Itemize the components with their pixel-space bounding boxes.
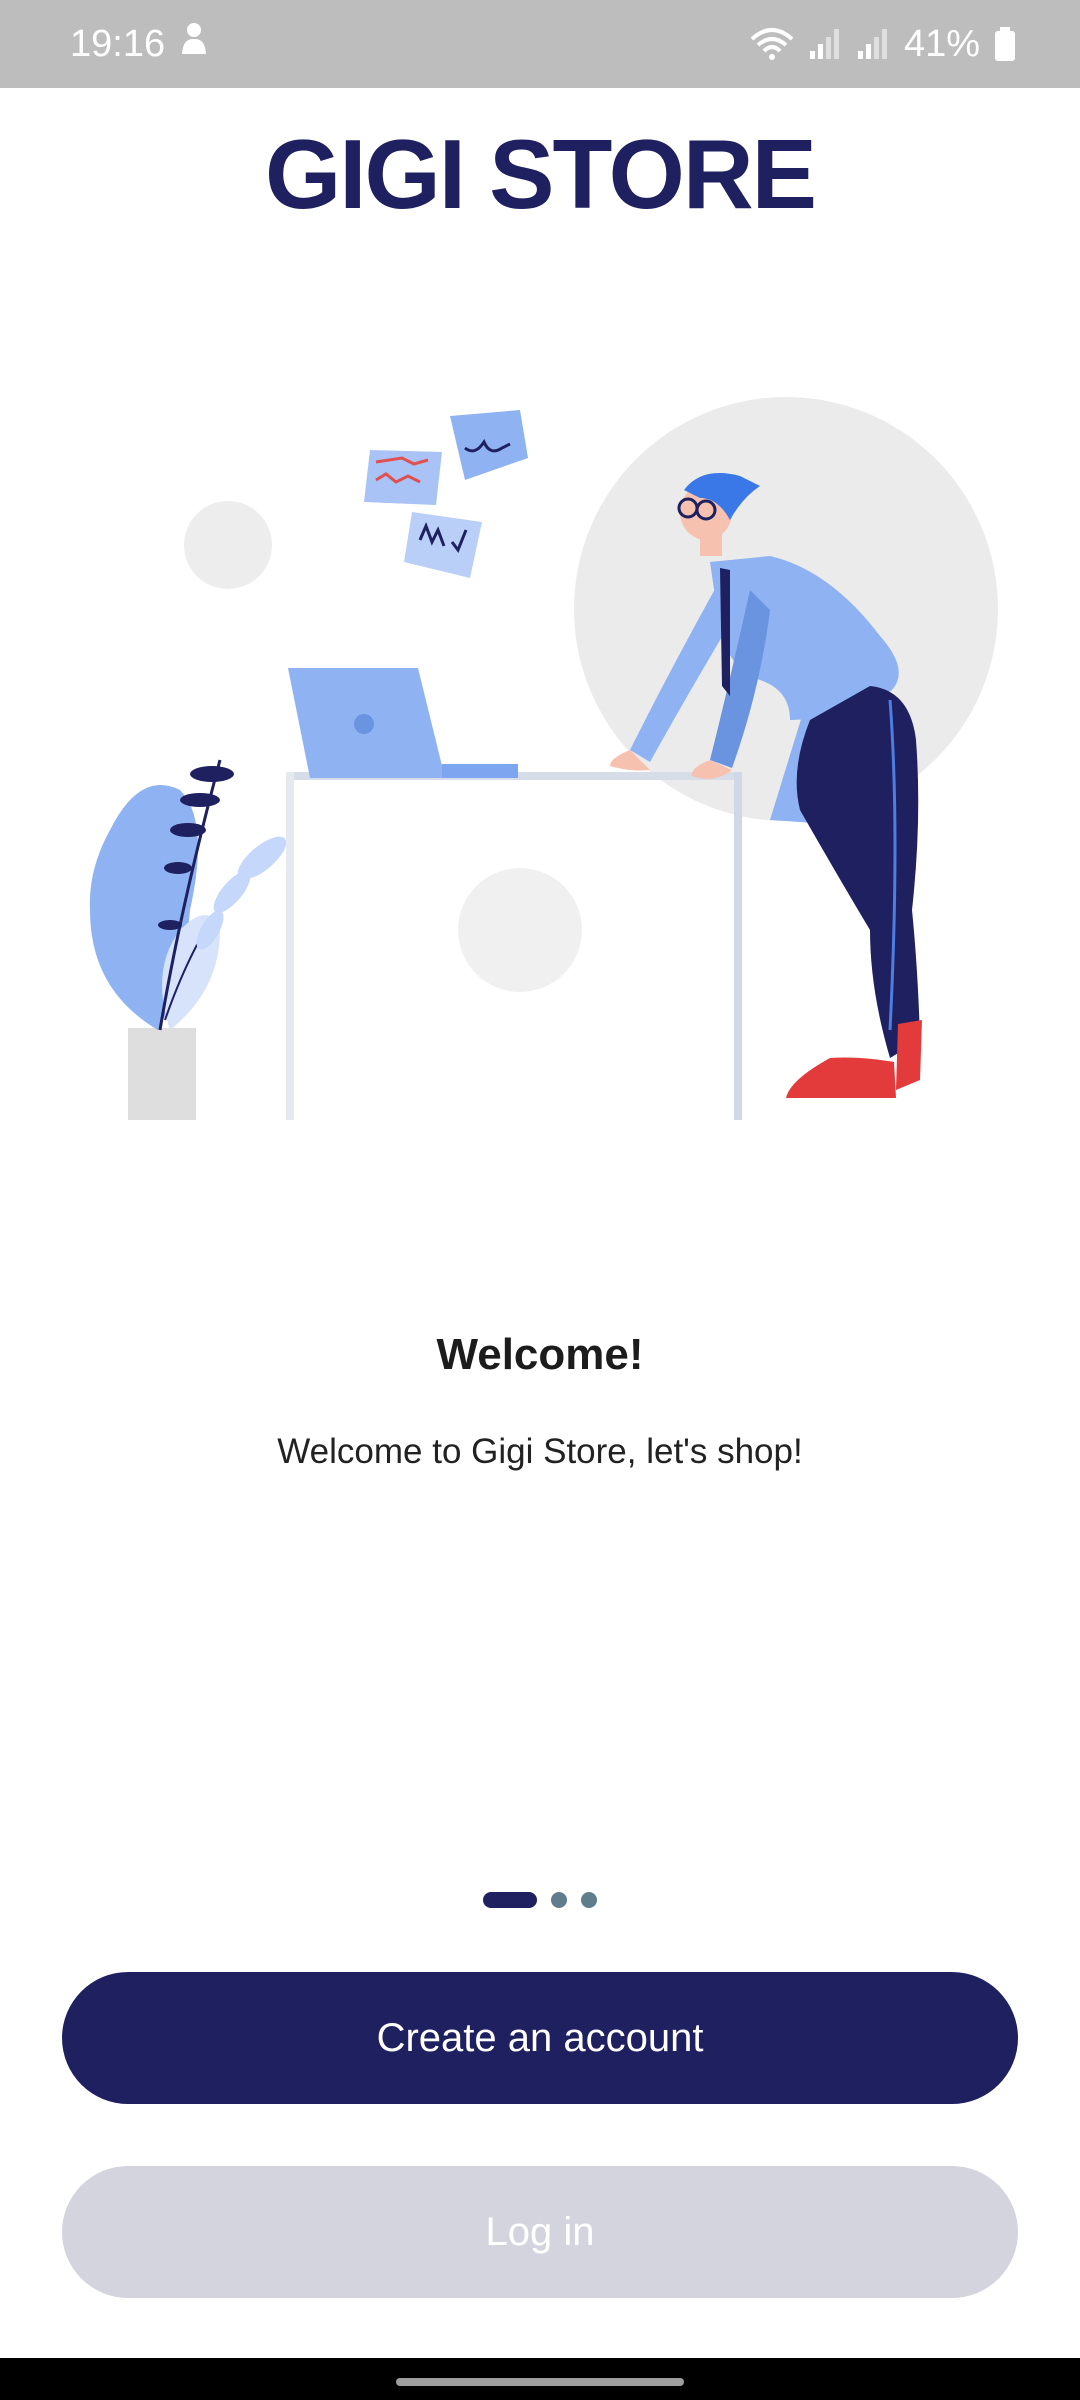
signal-icon (808, 27, 842, 61)
person-icon (179, 22, 209, 66)
status-right: 41% (750, 23, 1016, 66)
create-account-button[interactable]: Create an account (62, 1972, 1018, 2104)
person-at-desk-illustration (70, 390, 1010, 1130)
status-left: 19:16 (70, 22, 209, 66)
brand-title: GIGI STORE (265, 119, 817, 229)
page-indicator-dot (551, 1892, 567, 1908)
page-indicator-dot-active (483, 1892, 537, 1908)
welcome-title: Welcome! (436, 1330, 644, 1379)
status-time: 19:16 (70, 22, 166, 65)
welcome-subtitle: Welcome to Gigi Store, let's shop! (277, 1432, 803, 1471)
signal-icon (856, 27, 890, 61)
wifi-icon (750, 27, 794, 61)
page-indicator-dot (581, 1892, 597, 1908)
login-button[interactable]: Log in (62, 2166, 1018, 2298)
status-bar: 19:16 41% (0, 0, 1080, 88)
system-nav-bar (0, 2358, 1080, 2400)
page-indicator (0, 1892, 1080, 1908)
battery-text: 41% (903, 22, 980, 65)
home-gesture-handle[interactable] (396, 2378, 684, 2386)
battery-icon (994, 27, 1016, 61)
